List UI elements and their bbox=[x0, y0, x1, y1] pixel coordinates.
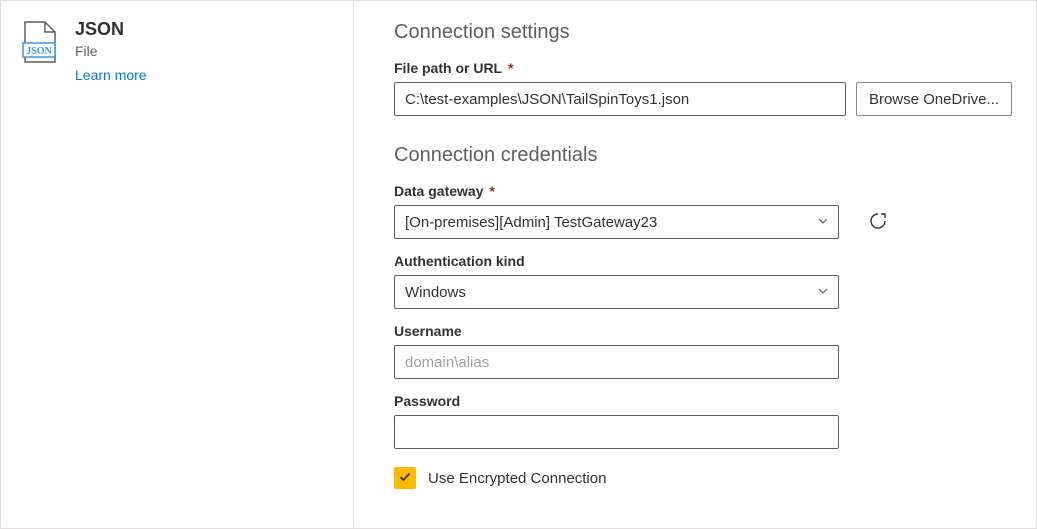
use-encrypted-checkbox[interactable] bbox=[394, 467, 416, 489]
required-asterisk: * bbox=[485, 183, 494, 199]
use-encrypted-label: Use Encrypted Connection bbox=[428, 470, 606, 487]
browse-onedrive-button[interactable]: Browse OneDrive... bbox=[856, 82, 1012, 116]
username-input[interactable] bbox=[394, 345, 839, 379]
username-label: Username bbox=[394, 323, 1012, 339]
connection-settings-heading: Connection settings bbox=[394, 21, 1012, 44]
json-file-icon: JSON bbox=[21, 21, 57, 63]
filepath-label: File path or URL * bbox=[394, 60, 1012, 76]
password-input[interactable] bbox=[394, 415, 839, 449]
svg-text:JSON: JSON bbox=[26, 46, 52, 57]
required-asterisk: * bbox=[504, 60, 513, 76]
refresh-icon bbox=[868, 211, 888, 234]
auth-kind-select[interactable]: Windows bbox=[394, 275, 839, 309]
connector-header: JSON JSON File Learn more bbox=[21, 19, 333, 83]
data-gateway-select[interactable]: [On-premises][Admin] TestGateway23 bbox=[394, 205, 839, 239]
right-panel: Connection settings File path or URL * B… bbox=[354, 1, 1036, 528]
auth-kind-label: Authentication kind bbox=[394, 253, 1012, 269]
left-panel: JSON JSON File Learn more bbox=[1, 1, 354, 528]
data-gateway-label: Data gateway * bbox=[394, 183, 1012, 199]
learn-more-link[interactable]: Learn more bbox=[75, 67, 147, 83]
checkmark-icon bbox=[398, 470, 412, 487]
refresh-gateway-button[interactable] bbox=[863, 207, 893, 237]
connector-title: JSON bbox=[75, 19, 147, 41]
password-label: Password bbox=[394, 393, 1012, 409]
connection-credentials-heading: Connection credentials bbox=[394, 144, 1012, 167]
filepath-input[interactable] bbox=[394, 82, 846, 116]
connector-subtitle: File bbox=[75, 43, 147, 59]
